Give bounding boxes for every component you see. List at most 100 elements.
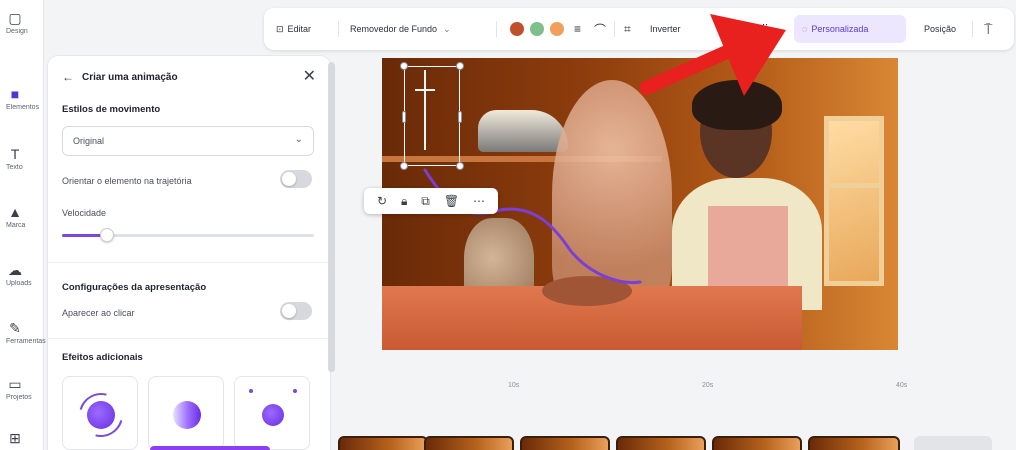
rotate-icon[interactable]: ↻ [377, 194, 387, 208]
color-swatch[interactable] [550, 22, 564, 36]
draw-icon: ✎ [9, 320, 21, 336]
effect-card-spin[interactable] [62, 376, 138, 450]
edit-button[interactable]: ⊡ Editar [276, 8, 311, 50]
rail-item-label: Marca [6, 222, 26, 229]
color-swatch[interactable] [510, 22, 524, 36]
timeline-clip[interactable] [808, 436, 900, 450]
brand-icon: ▲ [8, 204, 22, 220]
timeline-clip[interactable] [338, 436, 428, 450]
side-handle[interactable] [458, 111, 462, 123]
effect-card-fade[interactable] [148, 376, 224, 450]
rail-item-apps[interactable]: ⊞ [0, 430, 44, 446]
bg-remover-button[interactable]: Removedor de Fundo ⌄ [350, 8, 451, 50]
gradient-dot-icon [173, 401, 201, 429]
pottery-wheel-illustration [542, 276, 632, 306]
bowl-sculpture-illustration [478, 110, 568, 152]
color-swatch[interactable] [530, 22, 544, 36]
resize-handle[interactable] [456, 62, 464, 70]
grid-icon[interactable]: ⁞⁞ [762, 8, 768, 50]
invert-button[interactable]: Inverter [650, 8, 681, 50]
timeline[interactable]: 10s 20s 40s [338, 370, 1016, 450]
position-button[interactable]: Posição [924, 8, 956, 50]
paint-format-icon[interactable]: ⍑ [984, 8, 992, 50]
rail-item-brand[interactable]: ▲ Marca [0, 204, 44, 229]
custom-animation-button[interactable]: ◌ Personalizada [794, 15, 906, 43]
selection-box[interactable] [400, 62, 464, 170]
sculpture-illustration [552, 80, 672, 310]
rail-item-projects[interactable]: ▭ Projetos [0, 376, 44, 401]
duplicate-icon[interactable]: ⧉ [421, 194, 430, 209]
side-handle[interactable] [402, 111, 406, 123]
chevron-down-icon: ⌄ [443, 23, 451, 34]
canva-editor: ▢ Design ■ Elementos T Texto ▲ Marca ☁ U… [0, 0, 1016, 450]
presentation-heading: Configurações da apresentação [62, 282, 207, 293]
rail-item-label: Projetos [6, 394, 32, 401]
timeline-tick: 40s [896, 382, 908, 389]
timeline-clip[interactable] [712, 436, 802, 450]
orient-toggle[interactable] [280, 170, 312, 188]
motion-style-value: Original [73, 136, 105, 146]
appear-on-click-toggle[interactable] [280, 302, 312, 320]
toolbar-divider [614, 21, 615, 37]
timeline-tick: 20s [702, 382, 714, 389]
animate-icon: ◌ [802, 24, 808, 34]
timeline-clip[interactable] [520, 436, 610, 450]
rail-item-tools[interactable]: ✎ Ferramentas [0, 320, 46, 345]
crop-icon[interactable]: ⌗ [624, 8, 631, 50]
resize-handle[interactable] [400, 62, 408, 70]
more-icon[interactable]: ⋯ [473, 194, 485, 208]
timeline-clip[interactable] [616, 436, 706, 450]
invert-label: Inverter [650, 24, 681, 34]
rail-item-label: Ferramentas [6, 338, 46, 345]
layout-icon: ▢ [8, 10, 22, 26]
position-label: Posição [924, 24, 957, 34]
toolbar-divider [338, 21, 339, 37]
rail-item-elements[interactable]: ■ Elementos [0, 86, 44, 111]
panel-scrollbar[interactable] [328, 62, 335, 372]
purple-dot-icon [262, 404, 284, 426]
timeline-clip[interactable] [424, 436, 514, 450]
close-icon[interactable]: ✕ [303, 66, 316, 86]
rail-item-design[interactable]: ▢ Design [0, 10, 44, 35]
rail-item-label: Uploads [6, 280, 32, 287]
rail-item-label: Design [6, 28, 28, 35]
corner-curve-icon[interactable]: ⌒ [594, 8, 606, 50]
effect-card-sparkle[interactable] [234, 376, 310, 450]
sparkle-icon [249, 389, 253, 393]
potter-woman-illustration [672, 80, 822, 310]
rail-item-uploads[interactable]: ☁ Uploads [0, 262, 44, 287]
rail-item-label: Texto [6, 164, 23, 171]
toolbar-divider [496, 21, 497, 37]
back-arrow-icon[interactable]: ← [62, 70, 74, 84]
trash-icon[interactable]: 🗑︎ [444, 194, 459, 208]
upload-icon: ☁ [8, 262, 22, 278]
woman-hair [692, 80, 782, 130]
apps-icon: ⊞ [9, 430, 21, 446]
resize-handle[interactable] [456, 162, 464, 170]
appear-on-click-label: Aparecer ao clicar [62, 308, 135, 318]
add-page-slot[interactable] [914, 436, 992, 450]
element-context-toolbar: ↻ 🔒︎ ⧉ 🗑︎ ⋯ [364, 188, 498, 214]
chevron-down-icon: ⌄ [294, 134, 303, 145]
sparkle-icon [293, 389, 297, 393]
line-style-icon[interactable]: ≡ [574, 8, 581, 50]
apply-button[interactable] [150, 446, 270, 450]
rail-item-label: Elementos [6, 104, 40, 111]
edit-label: Editar [287, 24, 312, 34]
text-icon: T [10, 146, 20, 162]
divider [48, 262, 330, 263]
motion-styles-heading: Estilos de movimento [62, 104, 161, 115]
purple-dot-icon [87, 401, 115, 429]
folder-icon: ▭ [8, 376, 22, 392]
rail-item-text[interactable]: T Texto [0, 146, 44, 171]
resize-handle[interactable] [400, 162, 408, 170]
top-toolbar: ⊡ Editar Removedor de Fundo ⌄ ≡ ⌒ ⌗ Inve… [264, 8, 1014, 50]
motion-style-select[interactable]: Original ⌄ [62, 126, 314, 156]
animation-panel: ← Criar uma animação ✕ Estilos de movime… [48, 56, 330, 450]
speed-slider-thumb[interactable] [100, 228, 115, 242]
timeline-tick: 10s [508, 382, 520, 389]
speed-slider[interactable] [62, 228, 314, 242]
speed-label: Velocidade [62, 208, 107, 218]
lock-icon[interactable]: 🔒︎ [401, 194, 407, 209]
window-illustration [824, 116, 884, 286]
